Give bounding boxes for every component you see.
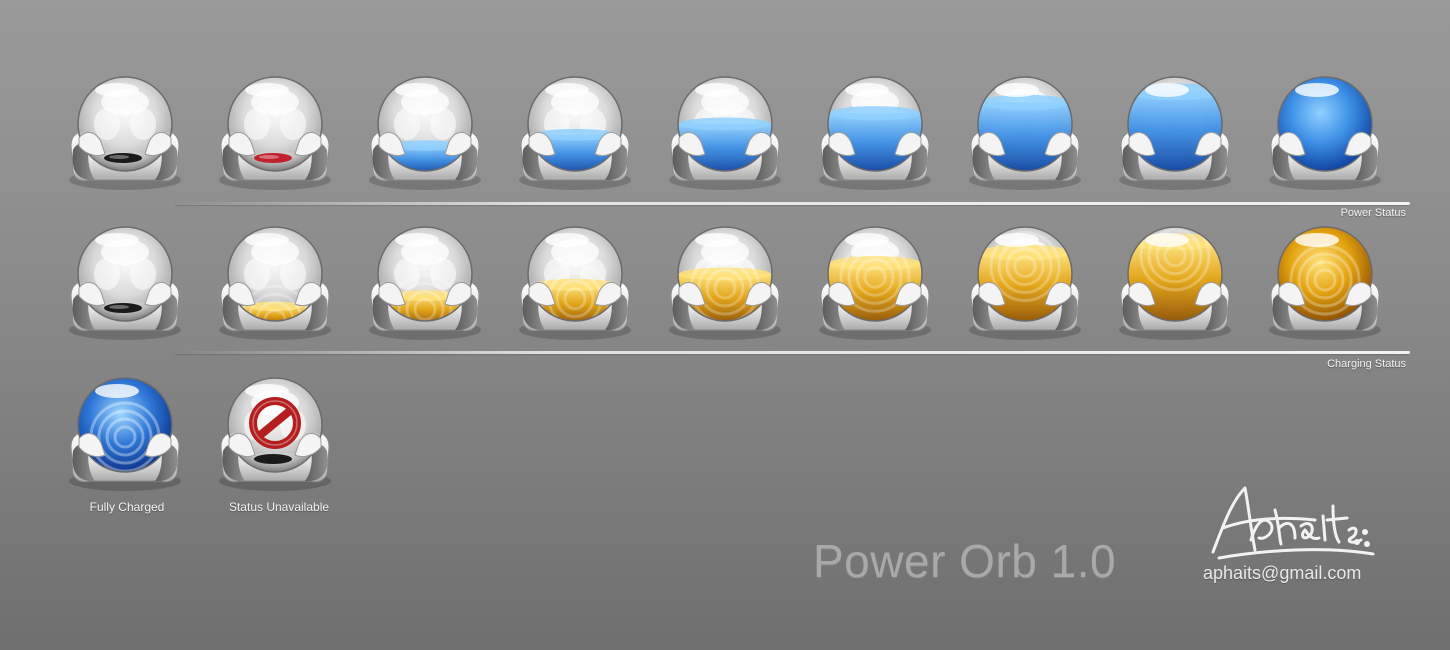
charging-orb-level-2-graphic bbox=[369, 226, 481, 340]
charging-orb-level-6-icon bbox=[965, 222, 1085, 342]
charging-orb-level-7-icon bbox=[1115, 222, 1235, 342]
charging-orb-level-7-graphic bbox=[1119, 226, 1231, 340]
charging-orb-level-1-icon bbox=[215, 222, 335, 342]
power-orb-level-2-graphic bbox=[369, 76, 481, 190]
power-status-label: Power Status bbox=[1340, 207, 1406, 219]
fully-charged-orb-icon bbox=[65, 373, 185, 493]
charging-orb-level-0-graphic bbox=[69, 226, 181, 340]
status-unavailable-orb-icon bbox=[215, 373, 335, 493]
author-email: aphaits@gmail.com bbox=[1203, 563, 1362, 583]
power-orb-level-7-icon bbox=[1115, 72, 1235, 192]
charging-orb-level-0-icon bbox=[65, 222, 185, 342]
power-orb-level-6-icon bbox=[965, 72, 1085, 192]
power-orb-level-3-icon bbox=[515, 72, 635, 192]
power-orb-level-8-icon bbox=[1265, 72, 1385, 192]
power-orb-level-6-graphic bbox=[969, 76, 1081, 190]
power-orb-level-1-graphic bbox=[219, 76, 331, 190]
product-title: Power Orb 1.0 bbox=[813, 535, 1117, 587]
power-status-divider bbox=[175, 202, 1410, 205]
charging-orb-level-6-graphic bbox=[969, 226, 1081, 340]
charging-orb-level-8-icon bbox=[1265, 222, 1385, 342]
status-unavailable-orb-graphic bbox=[219, 377, 331, 491]
fully-charged-orb-graphic bbox=[69, 377, 181, 491]
charging-orb-level-4-graphic bbox=[669, 226, 781, 340]
power-orb-level-2-icon bbox=[365, 72, 485, 192]
power-orb-level-0-icon bbox=[65, 72, 185, 192]
charging-status-divider bbox=[175, 351, 1410, 354]
charging-orb-level-8-graphic bbox=[1269, 226, 1381, 340]
power-orb-level-5-graphic bbox=[819, 76, 931, 190]
charging-orb-level-3-icon bbox=[515, 222, 635, 342]
icon-showcase: Power Status Charging Status Fully Charg… bbox=[0, 0, 1450, 650]
power-orb-level-8-graphic bbox=[1269, 76, 1381, 190]
power-orb-level-4-icon bbox=[665, 72, 785, 192]
charging-orb-level-5-graphic bbox=[819, 226, 931, 340]
power-orb-level-5-icon bbox=[815, 72, 935, 192]
charging-orb-level-3-graphic bbox=[519, 226, 631, 340]
power-orb-level-0-graphic bbox=[69, 76, 181, 190]
charging-orb-level-5-icon bbox=[815, 222, 935, 342]
charging-orb-level-4-icon bbox=[665, 222, 785, 342]
status-unavailable-caption: Status Unavailable bbox=[228, 500, 330, 514]
power-orb-level-4-graphic bbox=[669, 76, 781, 190]
author-signature-logo bbox=[1211, 486, 1375, 560]
power-orb-level-7-graphic bbox=[1119, 76, 1231, 190]
charging-orb-level-2-icon bbox=[365, 222, 485, 342]
power-orb-level-3-graphic bbox=[519, 76, 631, 190]
fully-charged-caption: Fully Charged bbox=[89, 500, 165, 514]
charging-status-label: Charging Status bbox=[1327, 358, 1406, 370]
charging-orb-level-1-graphic bbox=[219, 226, 331, 340]
power-orb-level-1-icon bbox=[215, 72, 335, 192]
